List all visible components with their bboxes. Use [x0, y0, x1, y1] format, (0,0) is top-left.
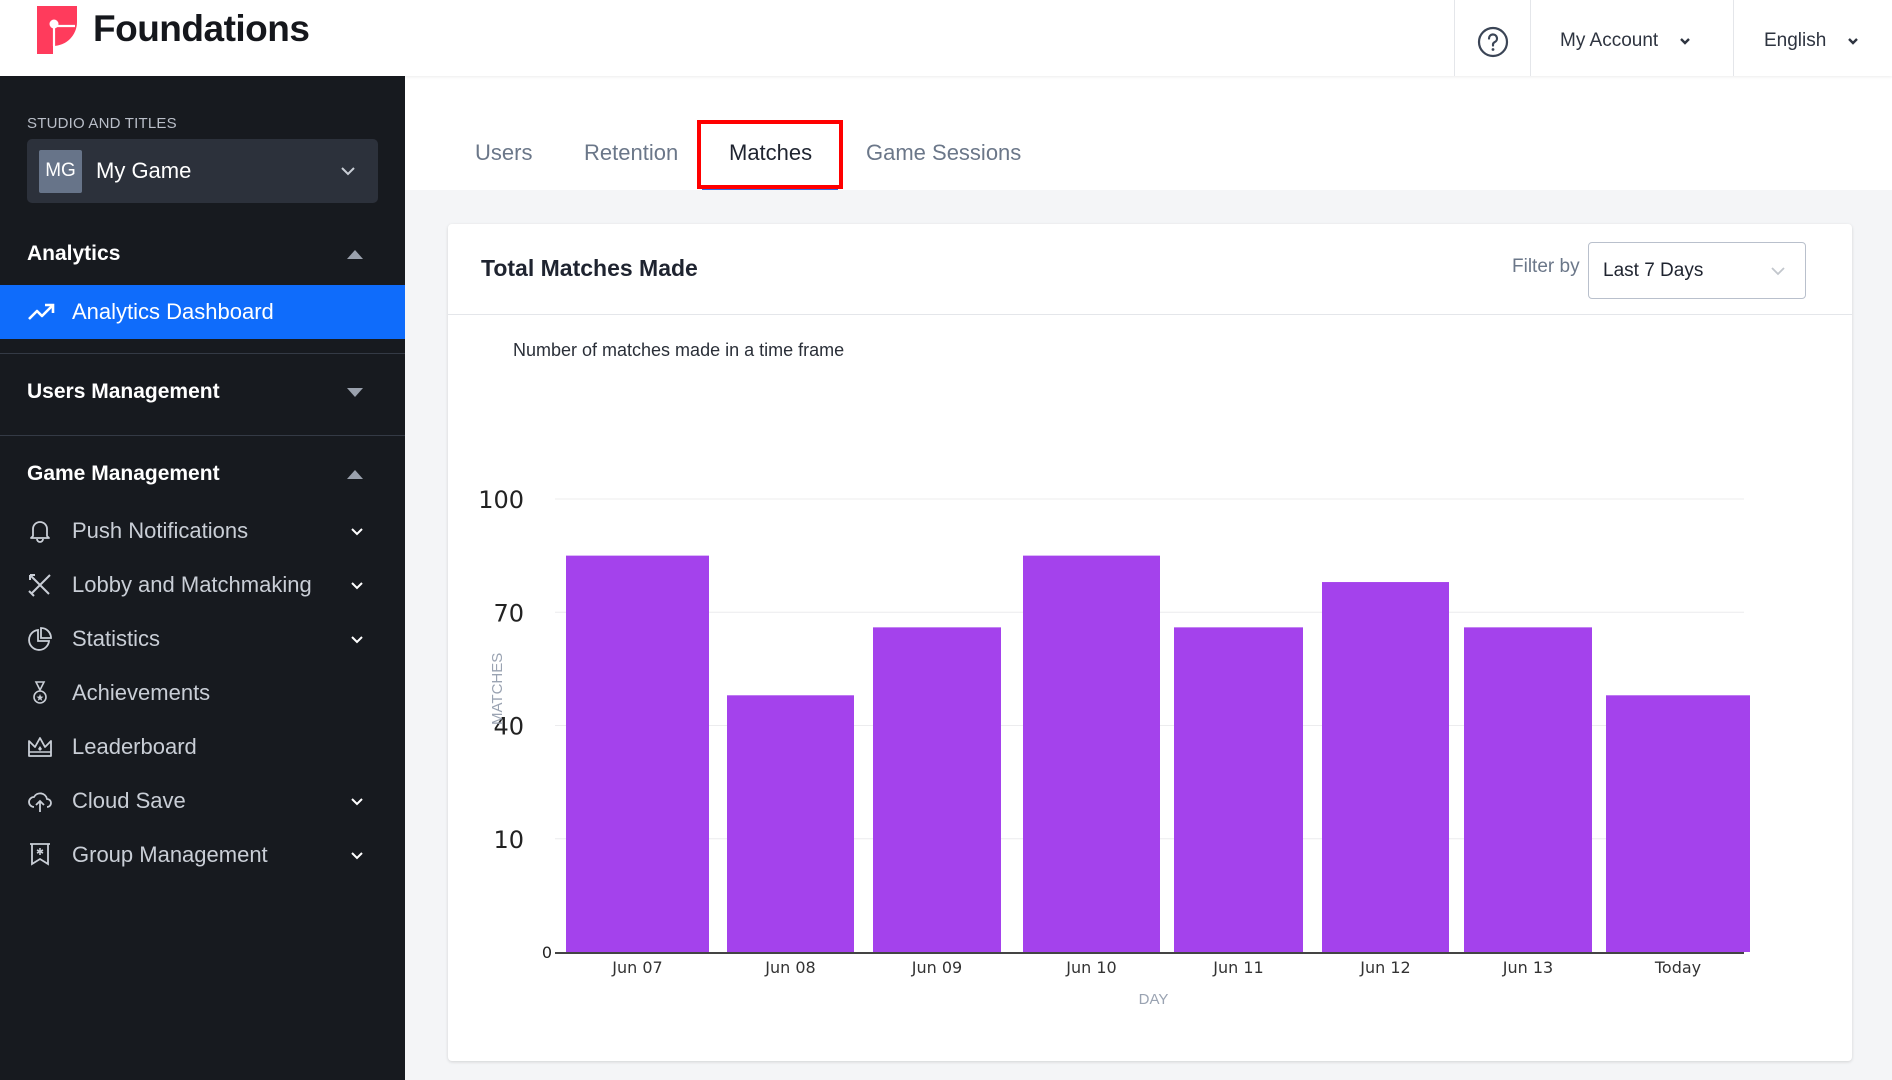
x-tick-label: Today [1654, 958, 1701, 977]
bar-jun-12 [1322, 582, 1449, 952]
x-tick-label: Jun 11 [1212, 958, 1263, 977]
bell-icon [30, 521, 50, 543]
chevron-down-icon [351, 636, 363, 644]
y-tick-label: 10 [493, 826, 524, 854]
sidebar-item-group-management[interactable]: Group Management [27, 835, 367, 875]
top-header: Foundations My Account English [0, 0, 1892, 76]
x-tick-label: Jun 10 [1065, 958, 1116, 977]
crown-icon [28, 737, 52, 757]
chevron-down-icon [351, 852, 363, 860]
cloud-upload-icon [28, 792, 52, 812]
language-label: English [1764, 30, 1827, 51]
section-users-management[interactable]: Users Management [27, 380, 367, 404]
tab-retention[interactable]: Retention [584, 140, 678, 190]
trending-up-icon [28, 303, 55, 320]
bar-jun-08 [727, 695, 854, 952]
x-tick-label: Jun 09 [911, 958, 962, 977]
sidebar-item-lobby-matchmaking[interactable]: Lobby and Matchmaking [27, 565, 367, 605]
sidebar-item-label: Leaderboard [72, 734, 197, 759]
sidebar-item-leaderboard[interactable]: Leaderboard [27, 727, 367, 767]
game-selector[interactable]: MG My Game [27, 139, 378, 203]
sidebar-item-label: Analytics Dashboard [72, 299, 274, 324]
sidebar-item-achievements[interactable]: Achievements [27, 673, 367, 713]
bar-jun-11 [1174, 627, 1303, 952]
x-tick-label: Jun 07 [611, 958, 662, 977]
group-banner-icon [30, 843, 50, 866]
crossed-swords-icon [28, 574, 51, 597]
help-icon[interactable] [1477, 26, 1509, 58]
section-label: Game Management [27, 462, 220, 485]
sidebar-item-cloud-save[interactable]: Cloud Save [27, 781, 367, 821]
sidebar-item-label: Push Notifications [72, 518, 249, 543]
brand-name: Foundations [93, 8, 310, 49]
tab-users[interactable]: Users [475, 140, 532, 190]
sidebar-item-label: Achievements [72, 680, 211, 705]
sidebar-item-statistics[interactable]: Statistics [27, 619, 367, 659]
total-matches-card: Total Matches Made Filter by Last 7 Days… [448, 224, 1852, 1061]
y-axis-label: MATCHES [489, 653, 506, 725]
x-axis-label: DAY [1139, 991, 1169, 1008]
sidebar-item-push-notifications[interactable]: Push Notifications [27, 511, 367, 551]
foundations-logo-icon [37, 6, 77, 54]
matches-bar-chart: 0104070100 Jun 07 Jun 08 Jun 09 Jun 10 Jun 1… [478, 486, 1750, 1008]
active-tab-indicator [702, 187, 838, 190]
sidebar: STUDIO AND TITLES MG My Game Analytics A… [0, 76, 405, 1080]
chevron-down-icon [341, 167, 355, 176]
sidebar-item-analytics-dashboard[interactable]: Analytics Dashboard [0, 285, 405, 339]
chevron-down-icon [1680, 38, 1691, 45]
bar-jun-10 [1023, 555, 1160, 952]
studio-section-label: STUDIO AND TITLES [27, 115, 177, 132]
sidebar-item-label: Cloud Save [72, 788, 186, 813]
bar-jun-09 [873, 627, 1001, 952]
caret-up-icon [347, 249, 363, 259]
sidebar-item-label: Lobby and Matchmaking [72, 572, 312, 597]
tab-game-sessions[interactable]: Game Sessions [866, 140, 1021, 190]
header-divider [1530, 0, 1531, 76]
sidebar-divider [0, 435, 405, 436]
my-account-label: My Account [1560, 30, 1659, 51]
bar-jun-13 [1464, 627, 1592, 952]
medal-icon [33, 681, 47, 704]
language-menu[interactable]: English [1764, 30, 1860, 52]
tab-matches[interactable]: Matches [729, 140, 812, 190]
y-tick-label: 100 [478, 486, 524, 514]
bar-today [1606, 695, 1750, 952]
game-name: My Game [96, 158, 192, 183]
section-game-management[interactable]: Game Management [27, 462, 367, 486]
x-tick-label: Jun 12 [1359, 958, 1410, 977]
caret-down-icon [347, 387, 363, 397]
chevron-down-icon [351, 528, 363, 536]
x-tick-label: Jun 08 [764, 958, 815, 977]
sidebar-item-label: Group Management [72, 842, 268, 867]
caret-up-icon [347, 469, 363, 479]
y-tick-label: 70 [493, 599, 524, 627]
y-tick-label: 0 [542, 943, 552, 962]
game-avatar: MG [39, 149, 82, 193]
chevron-down-icon [1848, 38, 1859, 45]
pie-chart-icon [28, 627, 52, 651]
sidebar-divider [0, 353, 405, 354]
header-divider [1454, 0, 1455, 76]
section-analytics[interactable]: Analytics [27, 242, 367, 266]
header-divider [1733, 0, 1734, 76]
x-tick-label: Jun 13 [1502, 958, 1553, 977]
chevron-down-icon [351, 798, 363, 806]
my-account-menu[interactable]: My Account [1560, 30, 1692, 52]
section-label: Users Management [27, 380, 220, 403]
sidebar-item-label: Statistics [72, 626, 161, 651]
bar-jun-07 [566, 555, 709, 952]
section-label: Analytics [27, 242, 121, 265]
chevron-down-icon [351, 582, 363, 590]
tab-bar: Users Retention Matches Game Sessions [405, 76, 1892, 190]
